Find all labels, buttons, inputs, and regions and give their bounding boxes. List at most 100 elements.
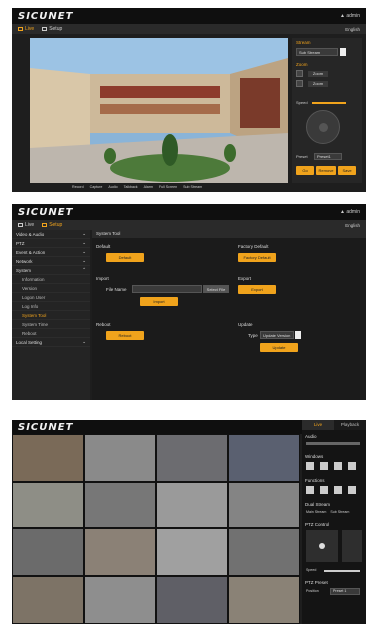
camera-tile[interactable] — [228, 482, 300, 528]
camera-tile[interactable] — [84, 576, 156, 624]
sidebar-item-version[interactable]: Version — [12, 284, 90, 293]
sub-stream-radio[interactable]: Sub Stream — [330, 510, 349, 514]
live-view-panel: SICUNET ▲ admin Live Setup English Strea… — [12, 8, 366, 192]
sidebar-item-system-time[interactable]: System Time — [12, 320, 90, 329]
setup-panel: SICUNET ▲ admin Live Setup English Video… — [12, 204, 366, 400]
zoom-in-icon[interactable] — [296, 70, 303, 77]
camera-tile[interactable] — [12, 528, 84, 576]
sidebar-item-label: System Time — [22, 321, 49, 327]
update-button[interactable]: Update — [260, 343, 298, 352]
sidebar-item-video-audio[interactable]: Video & Audio ⌄ — [12, 230, 90, 239]
record-button[interactable]: Record — [72, 185, 84, 192]
default-button[interactable]: Default — [106, 253, 144, 262]
stream-select[interactable]: Sub Stream — [296, 48, 338, 56]
main-stream-radio[interactable]: Main Stream — [306, 510, 326, 514]
alarm-button[interactable]: Alarm — [144, 185, 153, 192]
camera-tile[interactable] — [228, 434, 300, 482]
speed-slider[interactable] — [312, 102, 346, 104]
sidebar-item-system[interactable]: System ⌃ — [12, 266, 90, 275]
settings-icon[interactable] — [348, 486, 356, 494]
sidebar-item-information[interactable]: Information — [12, 275, 90, 284]
import-button[interactable]: Import — [140, 297, 178, 306]
sidebar-item-log-info[interactable]: Log Info — [12, 302, 90, 311]
update-type-select[interactable]: Update Version — [260, 331, 294, 339]
sidebar-item-ptz[interactable]: PTZ ⌄ — [12, 239, 90, 248]
factory-default-button[interactable]: Factory Default — [238, 253, 276, 262]
chevron-down-icon: ⌄ — [82, 249, 86, 254]
tab-live[interactable]: Live — [302, 420, 334, 430]
camera-tile[interactable] — [228, 576, 300, 624]
sidebar-item-system-tool[interactable]: System Tool — [12, 311, 90, 320]
user-menu[interactable]: ▲ admin — [340, 13, 360, 19]
language-select[interactable]: English — [345, 27, 360, 32]
sidebar-item-logon-user[interactable]: Logon User — [12, 293, 90, 302]
sidebar-item-reboot[interactable]: Reboot — [12, 329, 90, 338]
camera-tile[interactable] — [156, 434, 228, 482]
main-tabs: Live Setup English — [12, 24, 366, 34]
reboot-button[interactable]: Reboot — [106, 331, 144, 340]
record-icon[interactable] — [306, 486, 314, 494]
update-type-dropdown-arrow[interactable] — [295, 331, 301, 339]
zoom-in-button[interactable]: Zoom — [308, 71, 328, 77]
ptz-zoom-buttons[interactable] — [342, 530, 362, 562]
factory-default-title: Factory Default — [238, 244, 269, 249]
camera-tile[interactable] — [12, 482, 84, 528]
grid-3x3-icon[interactable] — [334, 462, 342, 470]
stream-dropdown-arrow[interactable] — [340, 48, 346, 56]
sidebar-item-local-setting[interactable]: Local Setting ⌄ — [12, 338, 90, 347]
select-file-button[interactable]: Select File — [203, 285, 229, 293]
grid-1x1-icon[interactable] — [306, 462, 314, 470]
camera-tile[interactable] — [84, 434, 156, 482]
tab-setup[interactable]: Setup — [42, 26, 62, 32]
language-select[interactable]: English — [345, 223, 360, 228]
file-name-field[interactable] — [132, 285, 202, 293]
camera-tile[interactable] — [156, 528, 228, 576]
go-button[interactable]: Go — [296, 166, 314, 175]
capture-button[interactable]: Capture — [90, 185, 103, 192]
zoom-icon[interactable] — [334, 486, 342, 494]
logo: SICUNET — [18, 10, 74, 22]
audio-button[interactable]: Audio — [108, 185, 117, 192]
video-view[interactable] — [30, 38, 288, 183]
export-button[interactable]: Export — [238, 285, 276, 294]
ptz-direction-pad[interactable] — [306, 530, 338, 562]
position-select[interactable]: Preset 1 — [330, 588, 360, 595]
audio-slider[interactable] — [306, 442, 360, 445]
stream-title: Stream — [296, 40, 311, 45]
camera-tile[interactable] — [12, 434, 84, 482]
reboot-title: Reboot — [96, 322, 111, 327]
monitor-icon — [18, 223, 23, 227]
tab-live-label: Live — [25, 222, 35, 228]
grid-4x4-icon[interactable] — [348, 462, 356, 470]
camera-tile[interactable] — [84, 528, 156, 576]
camera-tile[interactable] — [156, 482, 228, 528]
tab-live[interactable]: Live — [18, 222, 34, 228]
tab-live[interactable]: Live — [18, 26, 34, 32]
talkback-button[interactable]: Talkback — [124, 185, 138, 192]
remove-button[interactable]: Remove — [316, 166, 336, 175]
zoom-out-icon[interactable] — [296, 80, 303, 87]
gear-icon — [42, 27, 48, 31]
camera-tile[interactable] — [228, 528, 300, 576]
sidebar-item-label: Log Info — [22, 303, 39, 309]
save-button[interactable]: Save — [338, 166, 356, 175]
camera-tile[interactable] — [156, 576, 228, 624]
capture-icon[interactable] — [320, 486, 328, 494]
zoom-out-button[interactable]: Zoom — [308, 81, 328, 87]
ptz-control-title: PTZ Control — [305, 522, 330, 527]
gear-icon — [42, 223, 48, 227]
user-menu[interactable]: ▲ admin — [340, 209, 360, 215]
sidebar-item-event-action[interactable]: Event & Action ⌄ — [12, 248, 90, 257]
camera-tile[interactable] — [12, 576, 84, 624]
tab-playback[interactable]: Playback — [334, 420, 366, 430]
windows-title: Windows — [305, 454, 324, 459]
camera-tile[interactable] — [84, 482, 156, 528]
speed-slider[interactable] — [324, 570, 360, 572]
ptz-direction-pad[interactable] — [306, 110, 340, 144]
preset-select[interactable]: Preset1 — [314, 153, 342, 160]
sub-stream-button[interactable]: Sub Stream — [183, 185, 202, 192]
fullscreen-button[interactable]: Full Screen — [159, 185, 177, 192]
tab-setup[interactable]: Setup — [42, 222, 62, 228]
sidebar-item-network[interactable]: Network ⌄ — [12, 257, 90, 266]
grid-2x2-icon[interactable] — [320, 462, 328, 470]
